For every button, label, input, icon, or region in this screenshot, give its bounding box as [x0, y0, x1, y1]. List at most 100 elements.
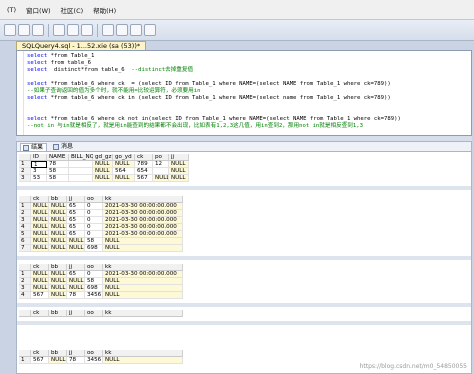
code-line[interactable]: select *from table_6 where ck not in(sel…: [27, 116, 401, 123]
column-header[interactable]: bb: [49, 310, 67, 317]
row-number[interactable]: 1: [19, 161, 31, 168]
code-line[interactable]: select *from Table_1: [27, 53, 94, 60]
column-header[interactable]: ck: [31, 264, 49, 271]
table-row[interactable]: 2 NULL NULL 65 0 2021-03-30 00:00:00.000: [19, 210, 183, 217]
table-cell[interactable]: NULL: [169, 175, 189, 182]
table-cell[interactable]: 654: [135, 168, 153, 175]
column-header[interactable]: po: [153, 154, 169, 161]
row-number[interactable]: 7: [19, 245, 31, 252]
table-cell[interactable]: NULL: [103, 278, 183, 285]
table-row[interactable]: 2 NULL NULL NULL 58 NULL: [19, 278, 183, 285]
table-row[interactable]: 4 NULL NULL 65 0 2021-03-30 00:00:00.000: [19, 224, 183, 231]
column-header[interactable]: go_yd: [113, 154, 135, 161]
row-number[interactable]: 6: [19, 238, 31, 245]
table-cell[interactable]: 65: [67, 271, 85, 278]
table-cell[interactable]: 567: [31, 357, 49, 364]
table-row[interactable]: 1 1 78 NULL NULL 789 12 NULL: [19, 161, 189, 168]
grid-divider[interactable]: [17, 256, 471, 260]
table-cell[interactable]: 65: [67, 203, 85, 210]
table-cell[interactable]: NULL: [49, 210, 67, 217]
table-cell[interactable]: 2021-03-30 00:00:00.000: [103, 217, 183, 224]
table-cell[interactable]: NULL: [49, 224, 67, 231]
column-header[interactable]: oo: [85, 350, 103, 357]
result-grid[interactable]: ck bb jj oo kk: [19, 310, 183, 317]
table-cell[interactable]: NULL: [49, 238, 67, 245]
column-header[interactable]: oo: [85, 310, 103, 317]
tab-results[interactable]: 结果: [20, 143, 48, 151]
code-line[interactable]: --not in 与in就是相反了，就是用in能查到的结果都不会出现，比如表有1…: [27, 123, 363, 130]
row-number[interactable]: 3: [19, 285, 31, 292]
menu-tools[interactable]: (T): [2, 6, 21, 14]
column-header[interactable]: [19, 154, 31, 161]
table-cell[interactable]: 0: [85, 271, 103, 278]
table-cell[interactable]: 1: [31, 161, 47, 168]
table-cell[interactable]: NULL: [67, 285, 85, 292]
uncomment-icon[interactable]: [144, 24, 156, 36]
table-row[interactable]: 3 NULL NULL 65 0 2021-03-30 00:00:00.000: [19, 217, 183, 224]
table-cell[interactable]: 0: [85, 217, 103, 224]
table-cell[interactable]: 2021-03-30 00:00:00.000: [103, 271, 183, 278]
results-to-grid-icon[interactable]: [116, 24, 128, 36]
column-header[interactable]: BILL_NO: [69, 154, 94, 161]
menu-help[interactable]: 帮助(H): [88, 5, 121, 15]
table-cell[interactable]: NULL: [67, 245, 85, 252]
table-row[interactable]: 1 NULL NULL 65 0 2021-03-30 00:00:00.000: [19, 203, 183, 210]
table-cell[interactable]: 0: [85, 203, 103, 210]
table-cell[interactable]: 58: [85, 278, 103, 285]
column-header[interactable]: jj: [169, 154, 189, 161]
table-cell[interactable]: NULL: [31, 217, 49, 224]
grid-divider[interactable]: [17, 321, 471, 325]
table-cell[interactable]: NULL: [49, 217, 67, 224]
result-grid[interactable]: ck bb jj oo kk 1 NULL NULL 65 0 2021-03-30 00:00:0…: [19, 196, 183, 252]
table-cell[interactable]: [69, 161, 93, 168]
row-number[interactable]: 4: [19, 292, 31, 299]
table-cell[interactable]: NULL: [49, 245, 67, 252]
table-cell[interactable]: 3456: [85, 357, 103, 364]
table-cell[interactable]: NULL: [49, 203, 67, 210]
table-cell[interactable]: 0: [85, 210, 103, 217]
table-cell[interactable]: NULL: [49, 278, 67, 285]
table-cell[interactable]: 698: [85, 285, 103, 292]
row-number[interactable]: 4: [19, 224, 31, 231]
column-header[interactable]: ID: [31, 154, 47, 161]
table-cell[interactable]: 3456: [85, 292, 103, 299]
column-header[interactable]: jj: [67, 310, 85, 317]
table-cell[interactable]: 65: [67, 224, 85, 231]
table-cell[interactable]: NULL: [49, 285, 67, 292]
table-cell[interactable]: NULL: [31, 231, 49, 238]
table-cell[interactable]: 2021-03-30 00:00:00.000: [103, 203, 183, 210]
table-cell[interactable]: NULL: [31, 238, 49, 245]
table-cell[interactable]: NULL: [103, 357, 183, 364]
new-query-icon[interactable]: [4, 24, 16, 36]
column-header[interactable]: jj: [67, 264, 85, 271]
parse-icon[interactable]: [102, 24, 114, 36]
row-number[interactable]: 3: [19, 217, 31, 224]
table-cell[interactable]: 2021-03-30 00:00:00.000: [103, 224, 183, 231]
column-header[interactable]: kk: [103, 350, 183, 357]
result-grid[interactable]: ck bb jj oo kk 1 NULL NULL 65 0 2021-03-30 00:00:0…: [19, 264, 183, 299]
table-cell[interactable]: 78: [47, 161, 69, 168]
row-number[interactable]: 1: [19, 203, 31, 210]
open-file-icon[interactable]: [18, 24, 30, 36]
column-header[interactable]: kk: [103, 310, 183, 317]
column-header[interactable]: kk: [103, 196, 183, 203]
result-grid[interactable]: ck bb jj oo kk 1 567 NULL 78 3456 NULL: [19, 350, 183, 364]
table-cell[interactable]: NULL: [31, 245, 49, 252]
table-cell[interactable]: NULL: [103, 292, 183, 299]
table-cell[interactable]: 65: [67, 217, 85, 224]
table-cell[interactable]: 58: [85, 238, 103, 245]
grid-divider[interactable]: [17, 186, 471, 190]
column-header[interactable]: oo: [85, 264, 103, 271]
table-cell[interactable]: NULL: [67, 238, 85, 245]
table-cell[interactable]: 58: [47, 168, 69, 175]
table-cell[interactable]: NULL: [103, 245, 183, 252]
table-cell[interactable]: NULL: [113, 175, 135, 182]
menu-community[interactable]: 社区(C): [56, 5, 89, 15]
code-line[interactable]: select *from table_6 where ck in (select…: [27, 95, 391, 102]
table-cell[interactable]: 567: [135, 175, 153, 182]
table-row[interactable]: 1 NULL NULL 65 0 2021-03-30 00:00:00.000: [19, 271, 183, 278]
table-cell[interactable]: 3: [31, 168, 47, 175]
table-cell[interactable]: NULL: [67, 278, 85, 285]
result-grid[interactable]: ID NAME BILL_NO gd_gz go_yd ck po jj 1 1 78 NULL NUL…: [19, 154, 189, 182]
table-cell[interactable]: 78: [67, 357, 85, 364]
